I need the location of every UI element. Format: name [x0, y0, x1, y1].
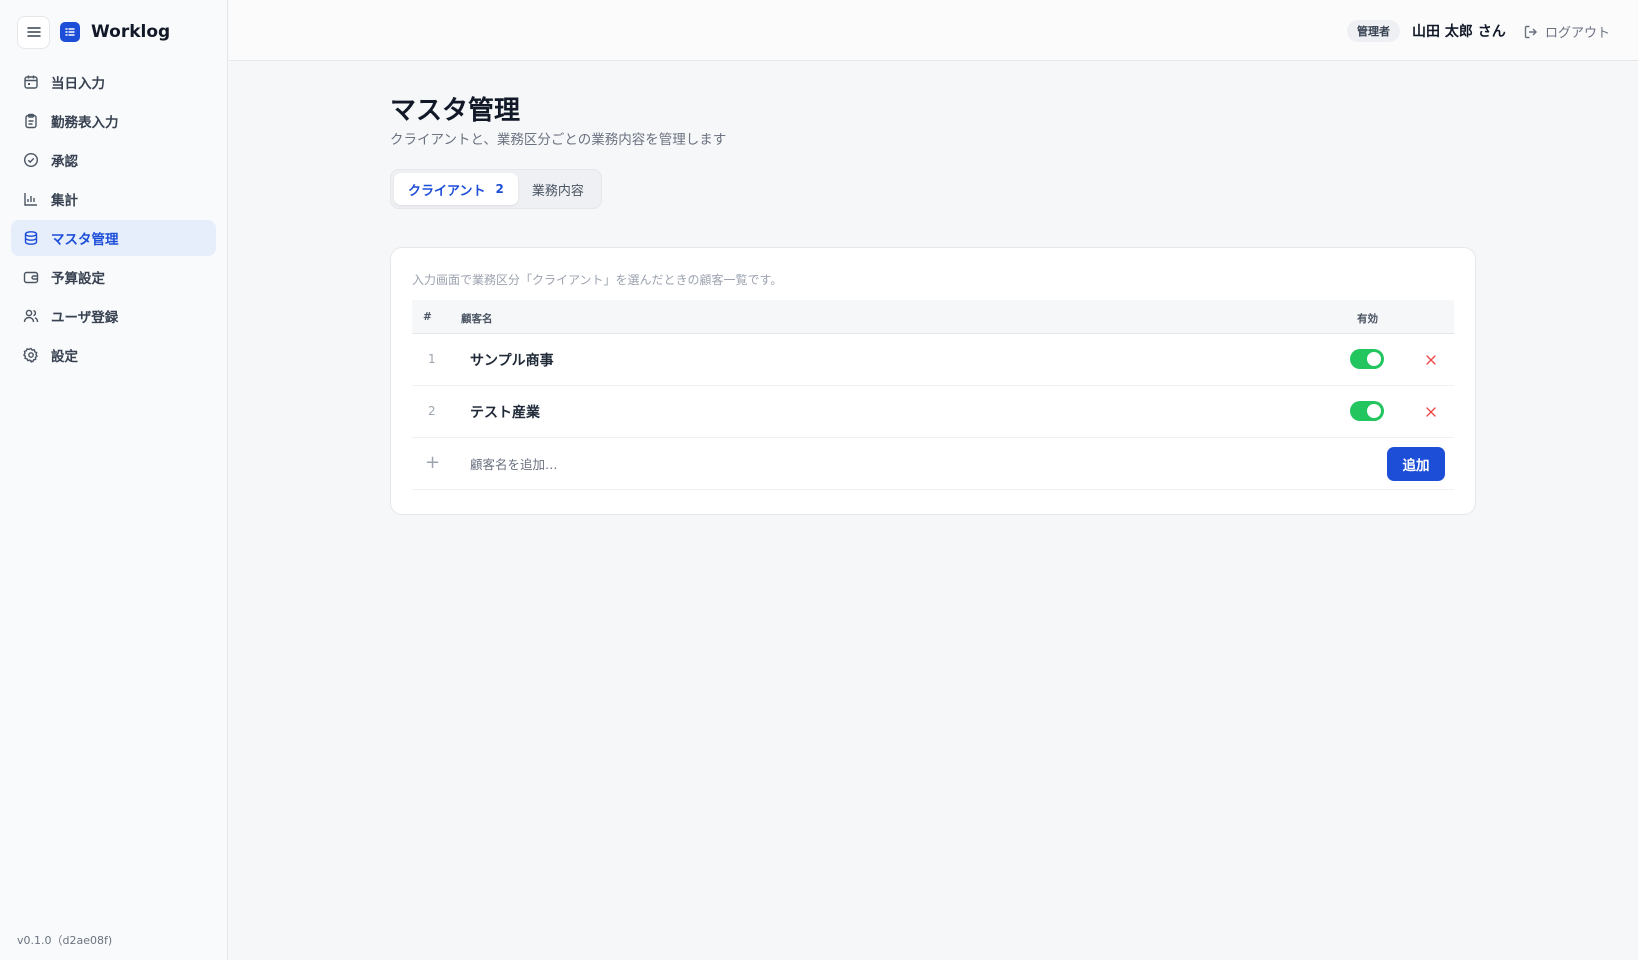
client-name: テスト産業 [470, 405, 540, 421]
tab-count-badge: 2 [495, 182, 504, 196]
brand: Worklog [17, 15, 170, 49]
sidebar-item-label: 承認 [51, 154, 78, 170]
hamburger-menu-icon [26, 27, 41, 37]
column-header-index: # [423, 311, 432, 323]
close-icon [1426, 355, 1436, 365]
delete-button[interactable] [1419, 348, 1443, 372]
logout-button[interactable]: ログアウト [1523, 22, 1610, 41]
sidebar-item-master[interactable]: マスタ管理 [11, 220, 216, 256]
logout-label: ログアウト [1545, 26, 1611, 41]
table-header: # 顧客名 有効 [412, 300, 1454, 334]
card-description: 入力画面で業務区分「クライアント」を選んだときの顧客一覧です。 [412, 273, 783, 287]
sidebar-item-label: マスタ管理 [51, 232, 119, 248]
check-circle-icon [23, 152, 39, 168]
table-row: 2 テスト産業 [412, 386, 1454, 438]
plus-icon: + [425, 452, 441, 473]
sidebar-item-settings[interactable]: 設定 [11, 337, 216, 373]
database-icon [24, 231, 38, 245]
app-logo-icon [60, 22, 80, 42]
page-title: マスタ管理 [390, 96, 521, 126]
top-header: 管理者 山田 太郎 さん ログアウト [229, 0, 1638, 61]
sidebar-item-budget[interactable]: 予算設定 [11, 259, 216, 295]
column-header-name: 顧客名 [461, 313, 493, 325]
row-index: 1 [428, 352, 436, 366]
user-name: 山田 太郎 さん [1412, 24, 1506, 40]
sidebar-item-label: 予算設定 [51, 271, 105, 287]
sidebar-item-summary[interactable]: 集計 [11, 181, 216, 217]
sidebar-item-label: 勤務表入力 [51, 115, 119, 131]
master-tabs: クライアント 2 業務内容 [390, 169, 602, 209]
tab-label: 業務内容 [531, 183, 584, 199]
app-name: Worklog [91, 22, 171, 42]
table-row: 1 サンプル商事 [412, 334, 1454, 386]
add-client-input[interactable] [470, 452, 1070, 476]
gear-icon [23, 347, 38, 363]
sidebar-item-label: ユーザ登録 [51, 310, 119, 326]
sidebar-item-label: 当日入力 [51, 76, 105, 92]
enabled-toggle[interactable] [1350, 349, 1384, 369]
sidebar-item-timesheet-input[interactable]: 勤務表入力 [11, 103, 216, 139]
client-name: サンプル商事 [470, 353, 554, 369]
tab-clients[interactable]: クライアント 2 [394, 173, 518, 205]
close-icon [1426, 407, 1436, 417]
delete-button[interactable] [1419, 400, 1443, 424]
sidebar-item-label: 集計 [51, 193, 78, 209]
calendar-icon [24, 75, 38, 89]
sidebar-item-daily-input[interactable]: 当日入力 [11, 64, 216, 100]
wallet-icon [23, 271, 39, 284]
menu-toggle-button[interactable] [17, 15, 50, 49]
column-header-enabled: 有効 [1357, 313, 1378, 325]
role-badge: 管理者 [1347, 20, 1400, 42]
row-index: 2 [428, 404, 436, 418]
sidebar-item-label: 設定 [51, 349, 78, 365]
tab-label: クライアント [408, 183, 486, 199]
bar-chart-icon [24, 193, 37, 206]
sidebar-item-user-registration[interactable]: ユーザ登録 [11, 298, 216, 334]
logout-icon [1524, 25, 1537, 38]
sidebar: Worklog 当日入力 勤務表入力 承認 集計 マスタ管理 予算設定 ユーザ登… [0, 0, 228, 960]
client-list-card: 入力画面で業務区分「クライアント」を選んだときの顧客一覧です。 # 顧客名 有効… [390, 247, 1476, 515]
add-client-button[interactable]: 追加 [1387, 447, 1445, 481]
sidebar-nav: 当日入力 勤務表入力 承認 集計 マスタ管理 予算設定 ユーザ登録 設定 [11, 64, 216, 376]
enabled-toggle[interactable] [1350, 401, 1384, 421]
tab-work-content[interactable]: 業務内容 [518, 173, 598, 205]
clipboard-icon [25, 113, 37, 129]
users-icon [23, 309, 39, 323]
add-client-row: + 追加 [412, 438, 1454, 490]
sidebar-item-approval[interactable]: 承認 [11, 142, 216, 178]
app-version: v0.1.0（d2ae08f) [17, 934, 113, 947]
page-subtitle: クライアントと、業務区分ごとの業務内容を管理します [390, 132, 727, 148]
